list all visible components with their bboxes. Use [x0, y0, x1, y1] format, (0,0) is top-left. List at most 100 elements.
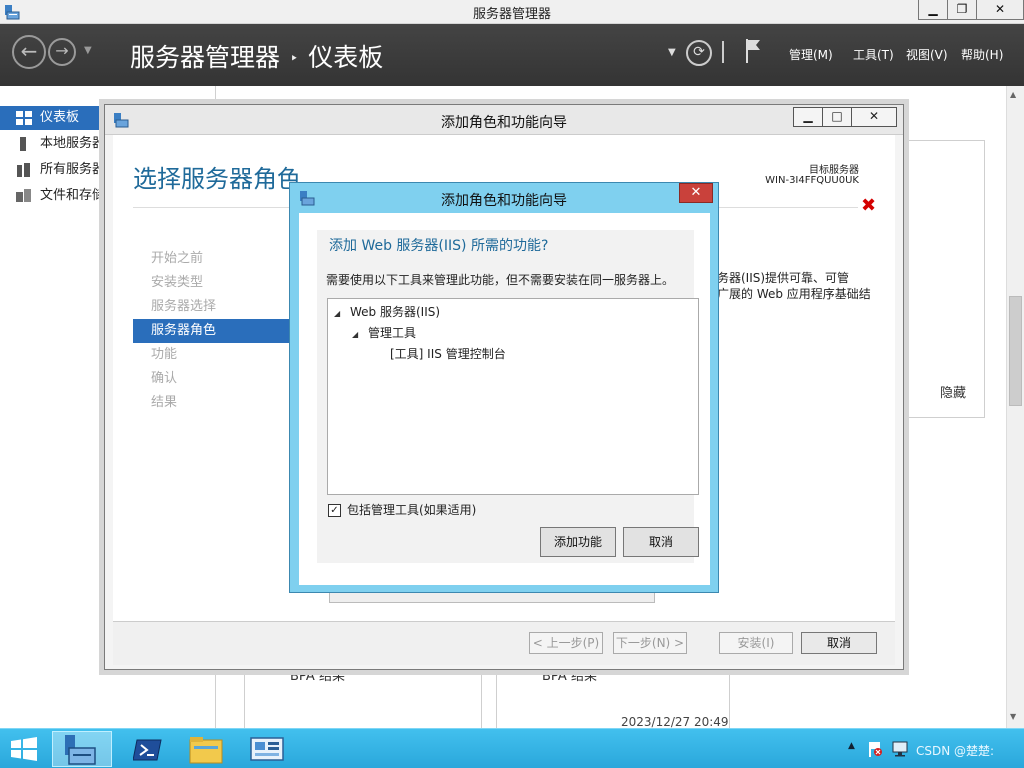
wizard-window-controls: ▁ □ ✕: [793, 107, 897, 127]
breadcrumb: 服务器管理器 ‣ 仪表板: [130, 38, 383, 74]
powershell-icon: [133, 739, 162, 761]
sidebar-item-label: 仪表板: [40, 110, 80, 125]
step-server-roles[interactable]: 服务器角色: [133, 319, 293, 343]
server-icon: [20, 137, 26, 151]
arrow-left-icon: ←: [20, 39, 38, 63]
refresh-button[interactable]: ⟳: [686, 40, 712, 66]
action-center-flag-icon[interactable]: [868, 741, 882, 757]
refresh-icon: ⟳: [693, 44, 705, 60]
chevron-down-icon: ▼: [84, 45, 92, 56]
close-button[interactable]: ✕: [976, 0, 1024, 20]
control-panel-icon: [250, 737, 284, 761]
dialog-cancel-button[interactable]: 取消: [623, 527, 699, 557]
menu-view[interactable]: 视图(V): [906, 46, 948, 63]
page-scrollbar[interactable]: ▲ ▼: [1006, 86, 1024, 728]
breadcrumb-separator: ‣: [290, 51, 299, 67]
chevron-down-icon: ▼: [668, 47, 676, 58]
timestamp: 2023/12/27 20:49: [621, 715, 729, 729]
wizard-close-button[interactable]: ✕: [851, 107, 897, 127]
scroll-thumb[interactable]: [1009, 296, 1022, 406]
notification-flag-icon[interactable]: [744, 38, 762, 64]
back-button[interactable]: ←: [12, 35, 46, 69]
taskbar-powershell[interactable]: [118, 731, 178, 767]
wizard-titlebar: 添加角色和功能向导 ▁ □ ✕: [105, 105, 903, 135]
menu-tools[interactable]: 工具(T): [853, 46, 894, 63]
target-server-label: 目标服务器: [809, 165, 859, 176]
hide-link[interactable]: 隐藏: [940, 382, 966, 401]
wizard-page-title: 选择服务器角色: [133, 165, 301, 193]
step-features[interactable]: 功能: [133, 343, 293, 367]
tree-item-label: Web 服务器(IIS): [350, 305, 441, 319]
breadcrumb-app[interactable]: 服务器管理器: [130, 43, 280, 72]
server-manager-icon: [65, 735, 96, 765]
tree-item[interactable]: ◢ Web 服务器(IIS): [334, 303, 440, 320]
breadcrumb-page: 仪表板: [308, 43, 384, 72]
add-features-button[interactable]: 添加功能: [540, 527, 616, 557]
feature-tree[interactable]: ◢ Web 服务器(IIS) ◢ 管理工具 [工具] IIS 管理控制台: [327, 298, 699, 495]
network-icon[interactable]: [892, 741, 908, 757]
window-titlebar: 服务器管理器 ▁ ❐ ✕: [0, 0, 1024, 24]
folder-icon: [189, 737, 223, 764]
wizard-footer: < 上一步(P) 下一步(N) > 安装(I) 取消: [113, 621, 895, 665]
previous-button[interactable]: < 上一步(P): [529, 632, 603, 654]
expand-triangle-icon[interactable]: ◢: [334, 309, 350, 318]
watermark-text: CSDN @楚楚:: [916, 744, 995, 758]
restore-button[interactable]: ❐: [947, 0, 977, 20]
file-storage-icon: [16, 189, 31, 202]
include-tools-checkbox[interactable]: ✓: [328, 504, 341, 517]
forward-button[interactable]: →: [48, 38, 76, 66]
taskbar-control-panel[interactable]: [236, 731, 296, 767]
tree-item-label: [工具] IIS 管理控制台: [390, 347, 506, 361]
dialog-description: 需要使用以下工具来管理此功能，但不需要安装在同一服务器上。: [326, 273, 675, 287]
sidebar-item-label: 本地服务器: [40, 136, 106, 151]
tree-item[interactable]: ◢ 管理工具: [352, 324, 416, 341]
step-before-you-begin[interactable]: 开始之前: [133, 247, 293, 271]
taskbar: ▲ CSDN @楚楚:: [0, 728, 1024, 768]
include-tools-label: 包括管理工具(如果适用): [347, 503, 477, 517]
include-tools-option[interactable]: ✓ 包括管理工具(如果适用): [328, 501, 476, 517]
history-dropdown[interactable]: ▼: [84, 45, 92, 56]
windows-start-icon[interactable]: [10, 737, 38, 761]
step-confirmation[interactable]: 确认: [133, 367, 293, 391]
dialog-body: 添加 Web 服务器(IIS) 所需的功能? 需要使用以下工具来管理此功能，但不…: [299, 213, 710, 585]
taskbar-file-explorer[interactable]: [176, 731, 236, 767]
dialog-title: 添加角色和功能向导: [441, 193, 567, 209]
wizard-cancel-button[interactable]: 取消: [801, 632, 877, 654]
menu-help[interactable]: 帮助(H): [961, 46, 1003, 63]
taskbar-server-manager[interactable]: [52, 731, 112, 767]
dialog-close-button[interactable]: ✕: [679, 183, 713, 203]
tree-item[interactable]: [工具] IIS 管理控制台: [390, 345, 506, 362]
dialog-heading: 添加 Web 服务器(IIS) 所需的功能?: [329, 238, 549, 254]
window-controls: ▁ ❐ ✕: [918, 0, 1024, 22]
scroll-up-icon[interactable]: ▲: [1010, 90, 1016, 99]
tray-expand-icon[interactable]: ▲: [848, 741, 855, 751]
expand-triangle-icon[interactable]: ◢: [352, 330, 368, 339]
step-results[interactable]: 结果: [133, 391, 293, 415]
scroll-down-icon[interactable]: ▼: [1010, 712, 1016, 721]
sidebar-item-label: 所有服务器: [40, 162, 106, 177]
next-button[interactable]: 下一步(N) >: [613, 632, 687, 654]
add-features-dialog: 添加角色和功能向导 ✕ 添加 Web 服务器(IIS) 所需的功能? 需要使用以…: [289, 182, 719, 593]
dashboard-grid-icon: [16, 111, 32, 125]
wizard-maximize-button[interactable]: □: [822, 107, 852, 127]
error-x-icon[interactable]: ✖: [861, 195, 876, 216]
target-server-value: WIN-3I4FFQUU0UK: [765, 175, 859, 186]
step-server-selection[interactable]: 服务器选择: [133, 295, 293, 319]
role-description-line: 务器(IIS)提供可靠、可管: [717, 271, 850, 285]
menu-manage[interactable]: 管理(M): [789, 46, 833, 63]
wizard-title: 添加角色和功能向导: [441, 115, 567, 131]
minimize-button[interactable]: ▁: [918, 0, 948, 20]
window-title: 服务器管理器: [472, 7, 551, 22]
tree-item-label: 管理工具: [368, 326, 417, 340]
refresh-dropdown[interactable]: ▼: [668, 47, 676, 58]
dashboard-tile-right: [904, 140, 985, 418]
servers-icon: [17, 163, 30, 177]
install-button[interactable]: 安装(I): [719, 632, 793, 654]
step-installation-type[interactable]: 安装类型: [133, 271, 293, 295]
header-divider: [722, 41, 724, 63]
wizard-minimize-button[interactable]: ▁: [793, 107, 823, 127]
maximize-icon: □: [831, 109, 843, 123]
role-description: 务器(IIS)提供可靠、可管 广展的 Web 应用程序基础结: [717, 270, 871, 302]
app-header: ← → ▼ 服务器管理器 ‣ 仪表板 ▼ ⟳ 管理(M) 工具(T) 视图(V) 帮…: [0, 24, 1024, 86]
role-description-line: 广展的 Web 应用程序基础结: [717, 287, 871, 301]
